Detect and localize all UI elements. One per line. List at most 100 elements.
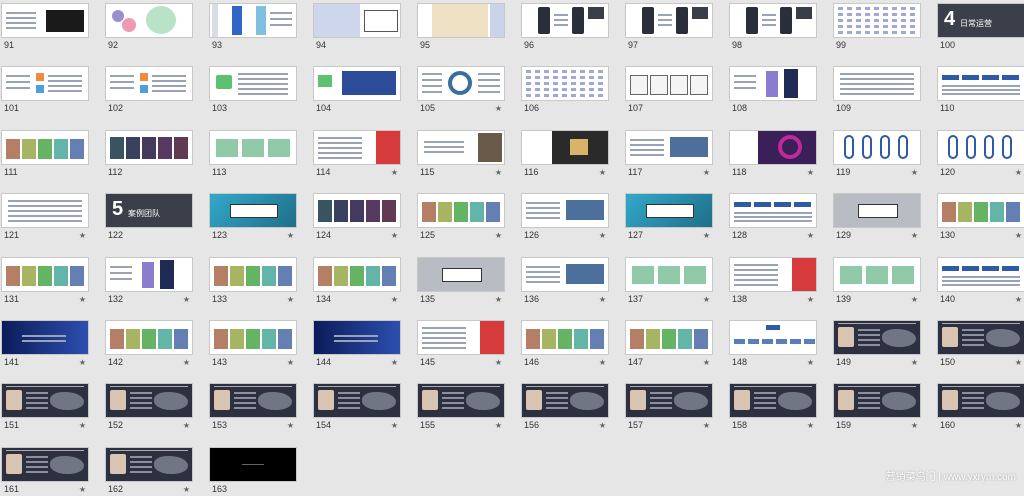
slide-preview[interactable] [626,384,712,418]
slide-thumbnail[interactable]: 111 [2,130,88,179]
slide-preview[interactable] [2,321,88,354]
slide-thumbnail[interactable]: 115 ★ [418,130,504,179]
slide-preview[interactable] [522,194,608,228]
slide-thumbnail[interactable]: 120 ★ [938,130,1024,179]
slide-thumbnail[interactable]: 150 ★ [938,321,1024,369]
slide-thumbnail[interactable]: 102 [106,67,192,115]
slide-preview[interactable] [314,257,400,291]
slide-preview[interactable] [2,130,88,164]
slide-thumbnail[interactable]: 118 ★ [730,130,816,179]
slide-preview[interactable] [938,321,1024,354]
slide-thumbnail[interactable]: 149 ★ [834,321,920,369]
slide-thumbnail[interactable]: 103 [210,67,296,115]
slide-thumbnail[interactable]: 101 [2,67,88,115]
slide-preview[interactable] [626,321,712,354]
slide-thumbnail[interactable]: 105 ★ [418,67,504,115]
slide-preview[interactable] [210,257,296,291]
slide-preview[interactable] [2,67,88,101]
slide-thumbnail[interactable]: 99 [834,4,920,52]
slide-thumbnail[interactable]: 113 [210,130,296,179]
slide-preview[interactable] [210,67,296,101]
slide-thumbnail[interactable]: 119 ★ [834,130,920,179]
slide-preview[interactable] [626,4,712,37]
slide-preview[interactable] [834,130,920,164]
slide-preview[interactable] [314,67,400,101]
slide-preview[interactable] [210,321,296,354]
slide-thumbnail[interactable]: 96 [522,4,608,52]
slide-thumbnail[interactable]: 112 [106,130,192,179]
slide-thumbnail[interactable]: 127 ★ [626,194,712,242]
slide-thumbnail[interactable]: 145 ★ [418,321,504,369]
slide-preview[interactable] [2,447,88,481]
slide-preview[interactable] [730,257,816,291]
slide-thumbnail[interactable]: 161 ★ [2,447,88,496]
slide-thumbnail[interactable]: 163 [210,447,296,496]
slide-preview[interactable] [938,130,1024,164]
slide-preview[interactable] [2,384,88,418]
slide-thumbnail[interactable]: 152 ★ [106,384,192,432]
slide-thumbnail[interactable]: 134 ★ [314,257,400,306]
slide-preview[interactable] [730,194,816,228]
slide-preview[interactable] [418,4,504,37]
slide-thumbnail[interactable]: 155 ★ [418,384,504,432]
slide-preview[interactable] [106,321,192,354]
slide-preview[interactable] [418,194,504,228]
slide-thumbnail[interactable]: 140 ★ [938,257,1024,306]
slide-preview[interactable] [626,194,712,228]
slide-thumbnail[interactable]: 108 [730,67,816,115]
slide-preview[interactable] [210,194,296,228]
slide-thumbnail[interactable]: 141 ★ [2,321,88,369]
slide-thumbnail[interactable]: 156 ★ [522,384,608,432]
slide-preview[interactable] [522,384,608,418]
slide-preview[interactable] [730,321,816,354]
slide-thumbnail[interactable]: 129 ★ [834,194,920,242]
slide-preview[interactable] [314,384,400,418]
slide-preview[interactable] [210,4,296,37]
slide-preview[interactable] [106,384,192,418]
slide-thumbnail[interactable]: 114 ★ [314,130,400,179]
slide-preview[interactable] [626,67,712,101]
slide-thumbnail[interactable]: 124 ★ [314,194,400,242]
slide-preview[interactable] [106,447,192,481]
slide-preview[interactable] [834,67,920,101]
slide-thumbnail[interactable]: 91 [2,4,88,52]
slide-thumbnail[interactable]: 162 ★ [106,447,192,496]
slide-thumbnail[interactable]: 121 ★ [2,194,88,242]
slide-preview[interactable] [106,257,192,291]
slide-preview[interactable]: 5 案例团队 [106,194,192,228]
slide-thumbnail[interactable]: 146 ★ [522,321,608,369]
slide-thumbnail[interactable]: 131 ★ [2,257,88,306]
slide-thumbnail[interactable]: 160 ★ [938,384,1024,432]
slide-thumbnail[interactable]: 138 ★ [730,257,816,306]
slide-preview[interactable] [626,257,712,291]
slide-preview[interactable] [418,67,504,101]
slide-thumbnail[interactable]: 104 [314,67,400,115]
slide-thumbnail[interactable]: 133 ★ [210,257,296,306]
slide-preview[interactable] [106,4,192,37]
slide-thumbnail[interactable]: 110 [938,67,1024,115]
slide-preview[interactable] [834,321,920,354]
slide-thumbnail[interactable]: 154 ★ [314,384,400,432]
slide-thumbnail[interactable]: 153 ★ [210,384,296,432]
slide-thumbnail[interactable]: 144 ★ [314,321,400,369]
slide-thumbnail[interactable]: 116 ★ [522,130,608,179]
slide-thumbnail[interactable]: 4 日常运营 100 [938,4,1024,52]
slide-preview[interactable] [314,321,400,354]
slide-preview[interactable] [938,67,1024,101]
slide-thumbnail[interactable]: 94 [314,4,400,52]
slide-preview[interactable] [730,130,816,164]
slide-thumbnail[interactable]: 117 ★ [626,130,712,179]
slide-thumbnail[interactable]: 130 ★ [938,194,1024,242]
slide-thumbnail[interactable]: 139 ★ [834,257,920,306]
slide-thumbnail[interactable]: 128 ★ [730,194,816,242]
slide-preview[interactable] [2,194,88,228]
slide-thumbnail[interactable]: 142 ★ [106,321,192,369]
slide-preview[interactable] [522,4,608,37]
slide-thumbnail[interactable]: 157 ★ [626,384,712,432]
slide-thumbnail[interactable]: 95 [418,4,504,52]
slide-preview[interactable] [522,257,608,291]
slide-preview[interactable] [938,194,1024,228]
slide-preview[interactable] [938,257,1024,291]
slide-thumbnail[interactable]: 109 [834,67,920,115]
slide-preview[interactable] [210,130,296,164]
